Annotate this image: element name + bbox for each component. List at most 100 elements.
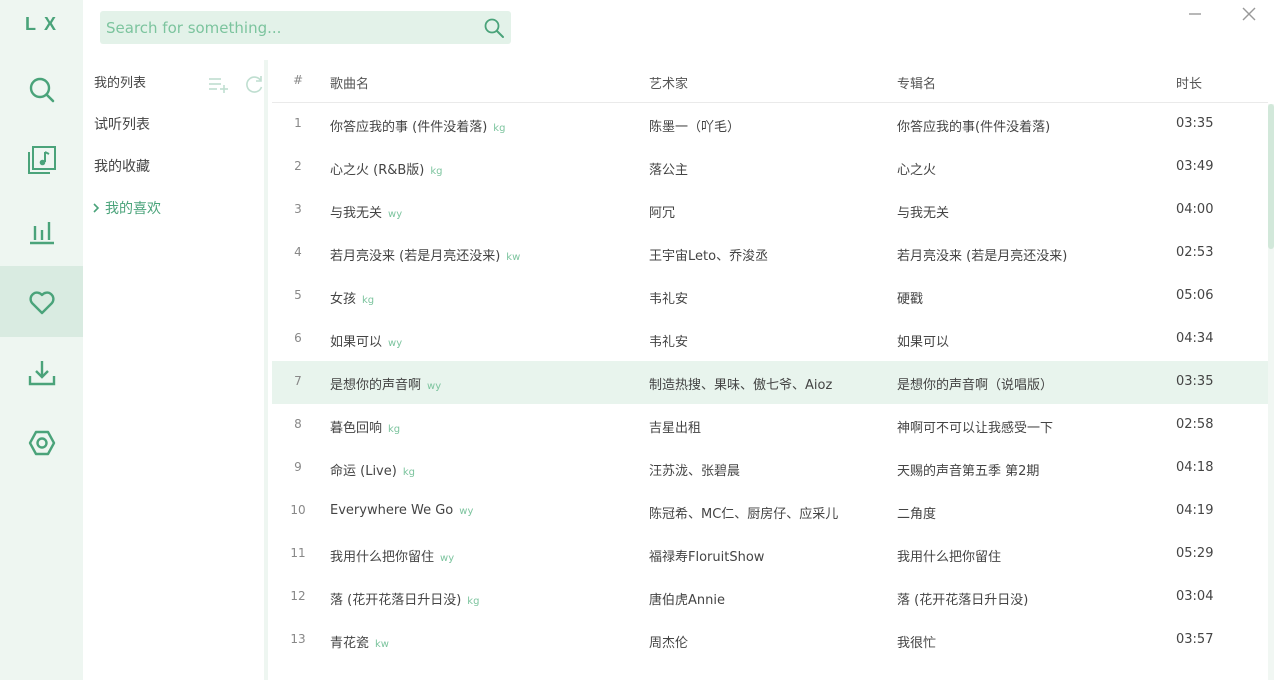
table-row[interactable]: 7 是想你的声音啊 wy 制造热搜、果味、傲七爷、Aioz 是想你的声音啊（说唱版） 03… [272, 361, 1268, 404]
list-item-favorites[interactable]: 我的收藏 [83, 145, 264, 187]
song-artist-text: 制造热搜、果味、傲七爷、Aioz [649, 378, 833, 393]
song-album: 你答应我的事(件件没着落) [897, 116, 1050, 135]
song-title: 青花瓷 kw [330, 632, 389, 651]
song-artist: 陈冠希、MC仁、厨房仔、应采儿 [649, 503, 838, 522]
song-album-text: 神啊可不可以让我感受一下 [897, 421, 1054, 436]
song-number: 6 [288, 331, 308, 345]
scrollbar[interactable] [1268, 104, 1274, 680]
song-artist: 福禄寿FloruitShow [649, 546, 764, 565]
list-item-label: 试听列表 [94, 117, 150, 133]
nav-search[interactable] [0, 54, 83, 125]
table-row[interactable]: 3 与我无关 wy 阿冗 与我无关 04:00 [272, 189, 1268, 232]
song-artist: 吉星出租 [649, 417, 701, 436]
song-title-text: 你答应我的事 (件件没着落) [330, 120, 488, 135]
my-lists-panel: 我的列表 试听列表 我的收藏 我的喜欢 [83, 60, 268, 680]
song-album: 与我无关 [897, 202, 949, 221]
download-icon [28, 360, 55, 385]
song-artist-text: 王宇宙Leto、乔浚丞 [649, 249, 769, 264]
song-album: 硬戳 [897, 288, 923, 307]
song-title-text: 与我无关 [330, 206, 383, 221]
song-artist: 韦礼安 [649, 331, 688, 350]
minimize-icon[interactable] [1185, 4, 1205, 24]
song-number-text: 10 [290, 503, 306, 517]
song-title: 女孩 kg [330, 288, 374, 307]
nav-settings[interactable] [0, 407, 83, 478]
search-input[interactable] [100, 11, 475, 44]
list-item-label: 我的喜欢 [105, 201, 161, 217]
song-title-text: 我用什么把你留住 [330, 550, 435, 565]
list-item-trial[interactable]: 试听列表 [83, 103, 264, 145]
nav-download[interactable] [0, 337, 83, 408]
table-row[interactable]: 12 落 (花开花落日升日没) kg 唐伯虎Annie 落 (花开花落日升日没) 03:0… [272, 576, 1268, 619]
song-duration-text: 03:57 [1176, 632, 1214, 647]
song-artist: 陈墨一（吖毛） [649, 116, 740, 135]
add-list-icon[interactable] [207, 73, 229, 95]
list-item-liked[interactable]: 我的喜欢 [83, 187, 264, 229]
song-artist: 阿冗 [649, 202, 675, 221]
song-number-text: 6 [294, 331, 302, 345]
song-number-text: 11 [290, 546, 306, 560]
table-row[interactable]: 1 你答应我的事 (件件没着落) kg 陈墨一（吖毛） 你答应我的事(件件没着落) 03:… [272, 103, 1268, 146]
song-number: 2 [288, 159, 308, 173]
nav-my-list[interactable] [0, 266, 83, 337]
song-artist-text: 陈墨一（吖毛） [649, 120, 741, 135]
song-title-text: 若月亮没来 (若是月亮还没来) [330, 249, 501, 264]
chevron-right-icon [93, 203, 100, 213]
table-row[interactable]: 10 Everywhere We Go wy 陈冠希、MC仁、厨房仔、应采儿 二角度 04… [272, 490, 1268, 533]
song-table: # 歌曲名 艺术家 专辑名 时长 1 你答应我的事 (件件没着落) kg 陈墨一（吖毛… [272, 60, 1268, 680]
table-row[interactable]: 2 心之火 (R&B版) kg 落公主 心之火 03:49 [272, 146, 1268, 189]
song-artist: 唐伯虎Annie [649, 589, 725, 608]
nav-leaderboard[interactable] [0, 195, 83, 266]
song-number: 9 [288, 460, 308, 474]
nav-song-list[interactable] [0, 124, 83, 195]
col-header-album: 专辑名 [897, 77, 937, 92]
search-button-icon[interactable] [483, 17, 505, 39]
list-item-label: 我的收藏 [94, 159, 150, 175]
table-row[interactable]: 11 我用什么把你留住 wy 福禄寿FloruitShow 我用什么把你留住 05:29 [272, 533, 1268, 576]
song-number: 1 [288, 116, 308, 130]
song-album: 神啊可不可以让我感受一下 [897, 417, 1053, 436]
song-title: 若月亮没来 (若是月亮还没来) kw [330, 245, 520, 264]
song-album: 心之火 [897, 159, 936, 178]
song-album: 天赐的声音第五季 第2期 [897, 460, 1039, 479]
song-number: 7 [288, 374, 308, 388]
refresh-icon[interactable] [243, 73, 265, 95]
table-row[interactable]: 5 女孩 kg 韦礼安 硬戳 05:06 [272, 275, 1268, 318]
song-title-text: 女孩 [330, 292, 357, 307]
song-number-text: 2 [294, 159, 302, 173]
source-badge: wy [459, 506, 474, 517]
table-row[interactable]: 6 如果可以 wy 韦礼安 如果可以 04:34 [272, 318, 1268, 361]
song-title: 命运 (Live) kg [330, 460, 415, 479]
table-row[interactable]: 9 命运 (Live) kg 汪苏泷、张碧晨 天赐的声音第五季 第2期 04:18 [272, 447, 1268, 490]
source-badge: kw [375, 639, 389, 650]
song-album-text: 硬戳 [897, 292, 924, 307]
song-number: 3 [288, 202, 308, 216]
scrollbar-thumb[interactable] [1268, 104, 1274, 249]
song-duration: 05:29 [1176, 546, 1213, 561]
music-library-icon [27, 145, 56, 174]
table-row[interactable]: 8 暮色回响 kg 吉星出租 神啊可不可以让我感受一下 02:58 [272, 404, 1268, 447]
song-number: 11 [288, 546, 308, 560]
song-title-text: 暮色回响 [330, 421, 383, 436]
song-title-text: 命运 (Live) [330, 464, 397, 479]
table-row[interactable]: 4 若月亮没来 (若是月亮还没来) kw 王宇宙Leto、乔浚丞 若月亮没来 (若是月亮… [272, 232, 1268, 275]
song-artist: 落公主 [649, 159, 688, 178]
source-badge: wy [388, 209, 403, 220]
source-badge: kg [467, 596, 480, 607]
close-icon[interactable] [1239, 4, 1259, 24]
search-icon [29, 77, 54, 102]
song-number-text: 13 [290, 632, 306, 646]
song-artist-text: 韦礼安 [649, 292, 689, 307]
app-logo: LX [24, 14, 64, 34]
song-artist-text: 福禄寿FloruitShow [649, 550, 765, 565]
song-artist: 汪苏泷、张碧晨 [649, 460, 740, 479]
song-number: 5 [288, 288, 308, 302]
song-number-text: 1 [294, 116, 302, 130]
song-album-text: 二角度 [897, 507, 937, 522]
song-album-text: 你答应我的事(件件没着落) [897, 120, 1051, 135]
song-number: 4 [288, 245, 308, 259]
song-number-text: 12 [290, 589, 306, 603]
table-row[interactable]: 13 青花瓷 kw 周杰伦 我很忙 03:57 [272, 619, 1268, 662]
source-badge: kg [362, 295, 375, 306]
song-duration: 03:04 [1176, 589, 1213, 604]
